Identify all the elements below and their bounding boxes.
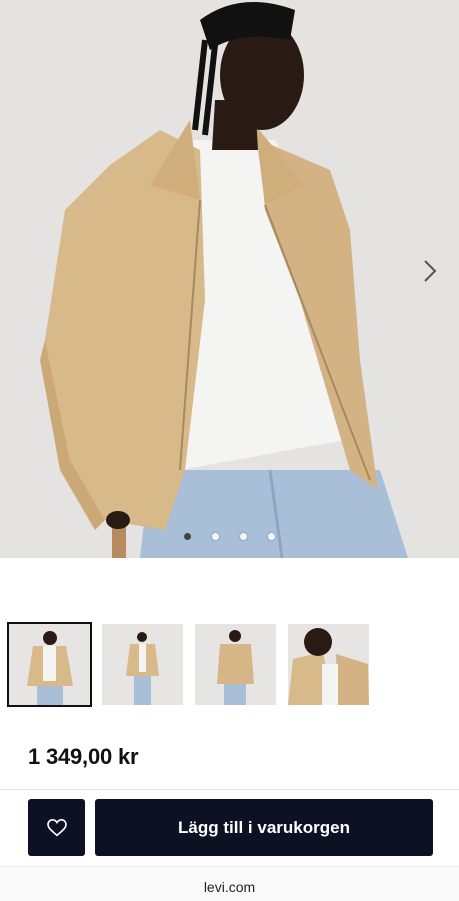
thumbnail-strip xyxy=(7,622,369,707)
gallery-dot[interactable] xyxy=(184,533,191,540)
thumbnail-image xyxy=(195,624,276,705)
thumbnail-image xyxy=(102,624,183,705)
product-photo xyxy=(0,0,459,558)
product-image[interactable] xyxy=(0,0,459,558)
add-to-cart-button[interactable]: Lägg till i varukorgen xyxy=(95,799,433,856)
url-text: levi.com xyxy=(203,879,256,895)
gallery-dot[interactable] xyxy=(268,533,275,540)
heart-icon xyxy=(46,818,67,836)
thumbnail-1[interactable] xyxy=(7,622,92,707)
gallery-dot[interactable] xyxy=(240,533,247,540)
gallery-dots xyxy=(0,533,459,540)
product-price: 1 349,00 kr xyxy=(28,744,139,769)
thumbnail-image xyxy=(288,624,369,705)
divider xyxy=(0,789,459,790)
thumbnail-2[interactable] xyxy=(102,624,183,705)
thumbnail-3[interactable] xyxy=(195,624,276,705)
chevron-right-icon[interactable] xyxy=(419,256,441,286)
thumbnail-image xyxy=(9,624,90,705)
gallery-dot[interactable] xyxy=(212,533,219,540)
favorite-button[interactable] xyxy=(28,799,85,856)
thumbnail-4[interactable] xyxy=(288,624,369,705)
